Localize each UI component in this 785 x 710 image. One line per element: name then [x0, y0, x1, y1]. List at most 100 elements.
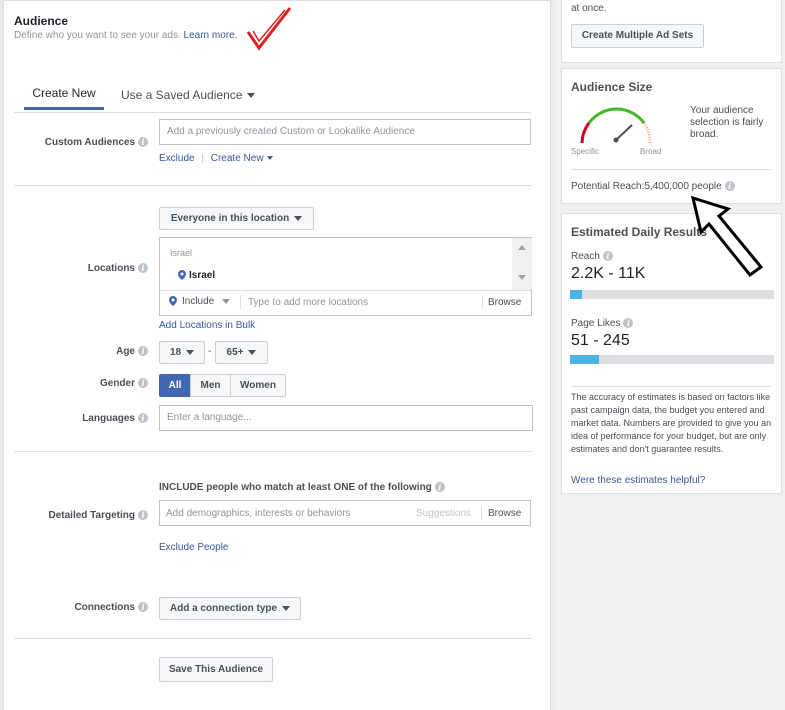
locations-label-text: Locations	[87, 263, 135, 274]
detailed-targeting-input[interactable]: Add demographics, interests or behaviors	[166, 508, 351, 519]
info-icon[interactable]: i	[138, 602, 148, 613]
info-icon[interactable]: i	[623, 318, 634, 329]
languages-label: Languages i	[82, 413, 148, 424]
section-divider	[14, 185, 532, 186]
browse-separator	[481, 506, 482, 520]
chevron-down-icon	[266, 156, 273, 161]
estimates-helpful-link[interactable]: Were these estimates helpful?	[571, 475, 705, 486]
info-icon[interactable]: i	[138, 263, 148, 274]
age-min-value: 18	[169, 347, 182, 358]
location-scrollbar[interactable]	[512, 238, 532, 290]
page-likes-bar	[570, 355, 774, 364]
page-likes-label: Page Likes i	[571, 318, 634, 329]
age-row: Age i	[14, 346, 148, 360]
detailed-targeting-label-text: Detailed Targeting	[48, 510, 136, 521]
save-audience-button[interactable]: Save This Audience	[159, 657, 273, 682]
connections-label-text: Connections	[74, 602, 135, 613]
age-max-value: 65+	[226, 347, 244, 358]
create-new-link[interactable]: Create New	[211, 153, 273, 164]
location-box-divider	[160, 290, 531, 291]
custom-audience-links: Exclude | Create New	[159, 153, 273, 164]
location-pin-icon	[178, 270, 186, 281]
page-likes-label-text: Page Likes	[571, 318, 621, 329]
tab-create-new[interactable]: Create New	[24, 86, 104, 110]
languages-label-text: Languages	[82, 413, 135, 424]
location-type-dropdown[interactable]: Everyone in this location	[159, 207, 314, 230]
info-icon[interactable]: i	[138, 346, 148, 357]
reach-value: 2.2K - 11K	[571, 265, 646, 282]
include-label: Include	[182, 296, 215, 307]
connections-label: Connections i	[74, 602, 148, 613]
selected-location[interactable]: Israel	[178, 270, 215, 281]
chevron-down-icon	[186, 349, 195, 355]
gauge-specific-label: Specific	[571, 147, 600, 156]
targeting-browse-button[interactable]: Browse	[488, 508, 521, 519]
location-type-label: Everyone in this location	[170, 213, 290, 224]
exclude-people-link[interactable]: Exclude People	[159, 542, 229, 553]
info-icon[interactable]: i	[434, 482, 445, 493]
chevron-down-icon	[222, 298, 231, 304]
potential-reach-value: 5,400,000 people	[644, 181, 722, 192]
info-icon[interactable]: i	[138, 137, 148, 148]
selected-location-label: Israel	[189, 270, 216, 281]
custom-audience-input[interactable]: Add a previously created Custom or Looka…	[159, 119, 531, 145]
custom-audiences-label: Custom Audiences i	[45, 137, 148, 148]
include-people-text: INCLUDE people who match at least ONE of…	[159, 482, 445, 493]
audience-gauge-icon	[580, 107, 652, 144]
age-max-dropdown[interactable]: 65+	[215, 341, 268, 364]
potential-reach: Potential Reach:5,400,000 people i	[571, 181, 735, 192]
audience-size-card: Audience Size Specific Broad Your audien…	[561, 68, 782, 204]
location-group-header: Israel	[170, 248, 193, 258]
create-multiple-ad-sets-button[interactable]: Create Multiple Ad Sets	[571, 24, 704, 48]
location-browse-button[interactable]: Browse	[488, 297, 521, 308]
section-divider	[14, 638, 532, 639]
create-new-label: Create New	[210, 153, 264, 164]
age-label-text: Age	[116, 346, 135, 357]
audience-size-title: Audience Size	[571, 80, 653, 94]
locations-label: Locations i	[88, 263, 148, 274]
include-dropdown[interactable]: Include	[169, 296, 231, 307]
connection-type-dropdown[interactable]: Add a connection type	[159, 597, 301, 620]
suggestions-button[interactable]: Suggestions	[416, 508, 471, 519]
multiple-ad-sets-card: at once. Create Multiple Ad Sets	[561, 0, 782, 63]
custom-audiences-label-text: Custom Audiences	[44, 137, 135, 148]
tab-create-new-label: Create New	[32, 86, 96, 100]
scroll-down-icon[interactable]	[518, 275, 526, 280]
gender-women-button[interactable]: Women	[230, 374, 286, 397]
include-separator	[240, 295, 241, 309]
page-likes-value: 51 - 245	[571, 332, 630, 349]
languages-row: Languages i	[14, 413, 148, 427]
info-icon[interactable]: i	[138, 413, 148, 424]
chevron-down-icon	[248, 349, 257, 355]
language-input[interactable]: Enter a language...	[159, 405, 533, 431]
locations-row: Locations i	[14, 263, 148, 277]
gender-all-button[interactable]: All	[159, 374, 191, 397]
reach-label: Reach i	[571, 251, 613, 262]
location-pin-icon	[169, 296, 177, 307]
info-icon[interactable]: i	[138, 378, 148, 389]
audience-size-description: Your audience selection is fairly broad.	[690, 105, 764, 140]
custom-audiences-row: Custom Audiences i	[14, 137, 148, 151]
tab-use-saved-label: Use a Saved Audience	[121, 88, 243, 102]
age-label: Age i	[116, 346, 148, 357]
audience-subtitle: Define who you want to see your ads. Lea…	[14, 30, 237, 41]
info-icon[interactable]: i	[602, 251, 613, 262]
reach-bar-fill	[570, 290, 583, 299]
add-locations-bulk-link[interactable]: Add Locations in Bulk	[159, 320, 255, 331]
chevron-down-icon	[282, 605, 291, 611]
location-search-input[interactable]: Type to add more locations	[248, 297, 368, 308]
learn-more-link[interactable]: Learn more.	[184, 30, 238, 41]
estimates-disclaimer-card: The accuracy of estimates is based on fa…	[561, 382, 782, 494]
tab-use-saved-audience[interactable]: Use a Saved Audience	[121, 88, 256, 102]
info-icon[interactable]: i	[724, 181, 735, 192]
page-likes-bar-fill	[570, 355, 599, 364]
connections-row: Connections i	[14, 602, 148, 616]
age-min-dropdown[interactable]: 18	[159, 341, 205, 364]
info-icon[interactable]: i	[138, 510, 148, 521]
browse-separator	[482, 295, 483, 309]
section-divider	[14, 451, 532, 452]
reach-bar	[570, 290, 774, 299]
scroll-up-icon[interactable]	[518, 245, 526, 250]
gender-men-button[interactable]: Men	[190, 374, 231, 397]
exclude-link[interactable]: Exclude	[159, 153, 195, 164]
